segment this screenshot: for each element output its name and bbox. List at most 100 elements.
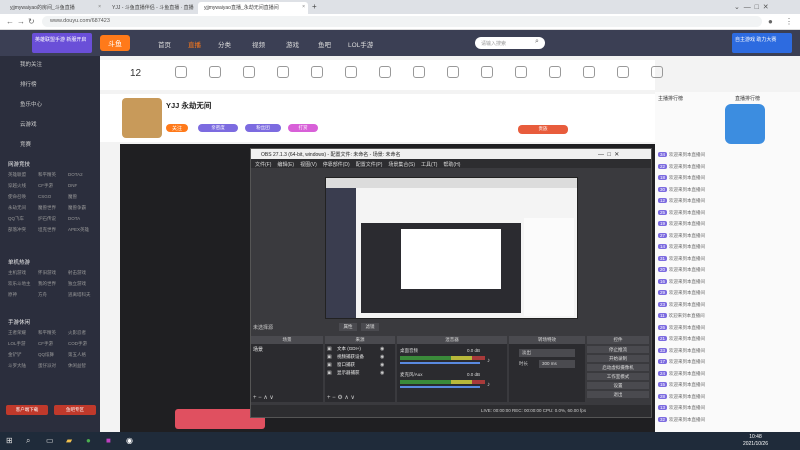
windows-start-icon[interactable]: ⊞	[6, 436, 13, 445]
chrome-icon[interactable]: ●	[86, 436, 91, 445]
obs-control-button[interactable]: 设置	[587, 382, 649, 389]
window-controls[interactable]: ⌄ — □ ✕	[730, 2, 790, 14]
nav-yuba[interactable]: 鱼吧	[318, 39, 331, 49]
obs-menu-item[interactable]: 视图(V)	[300, 162, 317, 168]
avatar[interactable]	[122, 98, 162, 138]
duration-field[interactable]: 300 ms	[539, 360, 575, 368]
nav-category[interactable]: 分类	[218, 39, 231, 49]
rank-header[interactable]: 主播排行榜	[658, 95, 683, 102]
obs-menu-item[interactable]: 文件(F)	[255, 162, 271, 168]
tag-badge[interactable]: 打赏	[288, 124, 318, 132]
toolbar-icon[interactable]	[379, 66, 391, 78]
sidebar-category-link[interactable]: 方舟	[38, 292, 47, 298]
toolbar-icon[interactable]	[311, 66, 323, 78]
obs-menu-item[interactable]: 配置文件(P)	[356, 162, 383, 168]
sidebar-item[interactable]: 云游戏	[20, 120, 37, 128]
sidebar-item[interactable]: 鱼乐中心	[20, 100, 42, 108]
sidebar-bottom-button[interactable]: 客户端下载	[6, 405, 48, 415]
sidebar-category-link[interactable]: CF手游	[38, 183, 53, 189]
visibility-eye-icon[interactable]: ◉	[380, 370, 384, 376]
profile-icon[interactable]: ●	[768, 17, 773, 26]
task-view-icon[interactable]: ▭	[46, 436, 54, 445]
sidebar-category-link[interactable]: 魔兽争霸	[68, 205, 86, 211]
nav-lol-mobile[interactable]: LOL手游	[348, 39, 373, 49]
app-icon[interactable]: ■	[106, 436, 111, 445]
obs-control-button[interactable]: 开始录制	[587, 355, 649, 362]
sidebar-category-link[interactable]: 王者荣耀	[8, 330, 26, 336]
search-icon[interactable]: ⌕	[26, 436, 30, 446]
toolbar-icon[interactable]	[651, 66, 663, 78]
sidebar-item[interactable]: 竞赛	[20, 140, 31, 148]
close-icon[interactable]: ×	[302, 4, 305, 10]
sidebar-category-link[interactable]: 魔兽世界	[38, 205, 56, 211]
sidebar-category-link[interactable]: 第五人格	[68, 352, 86, 358]
system-clock[interactable]: 10:48 2021/10/26	[743, 434, 768, 448]
volume-slider[interactable]	[400, 386, 480, 388]
sidebar-category-link[interactable]: 原神	[8, 292, 17, 298]
sidebar-category-link[interactable]: 逃离塔科夫	[68, 292, 91, 298]
sidebar-category-link[interactable]: QQ飞车	[8, 216, 24, 222]
toolbar-icon[interactable]	[175, 66, 187, 78]
obs-menu-item[interactable]: 工具(T)	[421, 162, 437, 168]
toolbar-icon[interactable]	[413, 66, 425, 78]
sidebar-category-link[interactable]: 欢乐斗地主	[8, 281, 31, 287]
sidebar-category-link[interactable]: 炉石传说	[38, 216, 56, 222]
tag-badge[interactable]: 贵族	[518, 125, 568, 134]
url-field[interactable]: www.douyu.com/687423	[42, 16, 762, 27]
source-item[interactable]: 窗口捕获	[337, 362, 355, 368]
sidebar-category-link[interactable]: CSGO	[38, 194, 51, 199]
sidebar-category-link[interactable]: LOL手游	[8, 341, 26, 347]
browser-tab-3[interactable]: yjjmywaiyao直播_永劫无间直播间 ×	[198, 2, 308, 14]
sidebar-category-link[interactable]: 坦克世界	[38, 227, 56, 233]
toolbar-icon[interactable]	[447, 66, 459, 78]
obs-menu-item[interactable]: 帮助(H)	[443, 162, 460, 168]
sidebar-category-link[interactable]: 和平精英	[38, 172, 56, 178]
nav-game[interactable]: 游戏	[286, 39, 299, 49]
sidebar-category-link[interactable]: 英雄联盟	[8, 172, 26, 178]
tag-badge[interactable]: 亲密度	[198, 124, 238, 132]
back-icon[interactable]: ←	[6, 17, 14, 26]
filters-button[interactable]: 滤镜	[361, 323, 379, 331]
sidebar-category-link[interactable]: 斗罗大陆	[8, 363, 26, 369]
sidebar-category-link[interactable]: 怀旧游戏	[38, 270, 56, 276]
banner-left[interactable]: 英雄联盟手游 新服开启	[32, 33, 92, 53]
sidebar-category-link[interactable]: DOTA2	[68, 172, 83, 177]
obs-control-button[interactable]: 启动虚拟摄像机	[587, 364, 649, 371]
tag-badge[interactable]: 粉丝团	[245, 124, 281, 132]
banner-right[interactable]: 自主游戏 助力大赛	[732, 33, 792, 53]
close-icon[interactable]: ×	[98, 4, 101, 10]
obs-menu-item[interactable]: 停靠部件(D)	[323, 162, 350, 168]
scene-item[interactable]: 场景	[253, 346, 263, 353]
live-rank-tab[interactable]: 直播排行榜	[735, 95, 760, 102]
obs-menu-item[interactable]: 场景集合(S)	[388, 162, 415, 168]
browser-tab-2[interactable]: YJJ - 斗鱼直播伴侣 - 斗鱼直播 · 直播 ×	[106, 2, 196, 14]
source-add-remove-icons[interactable]: + − ⚙ ∧ ∨	[327, 394, 355, 401]
promo-image[interactable]	[725, 104, 765, 144]
forward-icon[interactable]: →	[17, 17, 25, 26]
volume-slider[interactable]	[400, 362, 480, 364]
obs-control-button[interactable]: 退出	[587, 391, 649, 398]
sidebar-category-link[interactable]: 魔兽	[68, 194, 77, 200]
sidebar-category-link[interactable]: 射击游戏	[68, 270, 86, 276]
sidebar-item[interactable]: 我的关注	[20, 60, 42, 68]
sidebar-category-link[interactable]: 休闲益智	[68, 363, 86, 369]
sidebar-category-link[interactable]: 金铲铲	[8, 352, 22, 358]
sidebar-category-link[interactable]: 穿越火线	[8, 183, 26, 189]
visibility-eye-icon[interactable]: ◉	[380, 362, 384, 368]
site-logo[interactable]: 斗鱼	[100, 35, 130, 51]
browser-tab-1[interactable]: yjjmywaiyao的房间_斗鱼直播 ×	[4, 2, 104, 14]
sidebar-category-link[interactable]: APEX英雄	[68, 227, 89, 233]
sidebar-category-link[interactable]: COD手游	[68, 341, 87, 347]
sidebar-item[interactable]: 排行榜	[20, 80, 37, 88]
toolbar-icon[interactable]	[481, 66, 493, 78]
new-tab-button[interactable]: +	[310, 2, 322, 14]
toolbar-icon[interactable]	[617, 66, 629, 78]
speaker-icon[interactable]: ♪	[487, 358, 490, 364]
source-item[interactable]: 视频捕获设备	[337, 354, 364, 360]
sidebar-category-link[interactable]: 火影忍者	[68, 330, 86, 336]
follow-button[interactable]: 关注	[166, 124, 188, 132]
source-item[interactable]: 显示器捕获	[337, 370, 360, 376]
file-explorer-icon[interactable]: ▰	[66, 436, 72, 445]
toolbar-icon[interactable]	[209, 66, 221, 78]
speaker-icon[interactable]: ♪	[487, 382, 490, 388]
